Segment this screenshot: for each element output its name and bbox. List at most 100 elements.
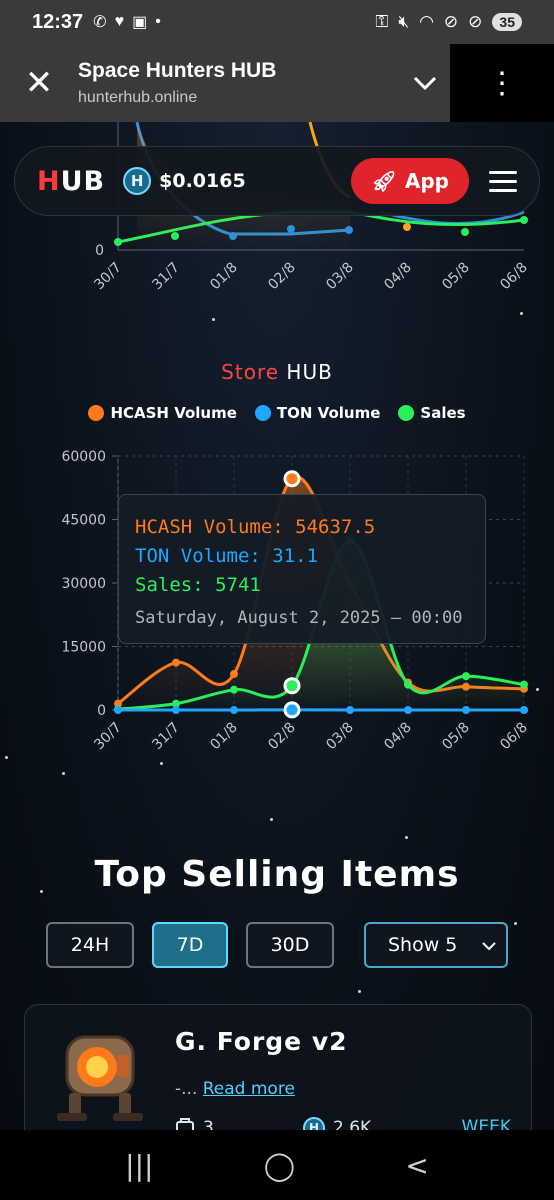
data-point[interactable] [172,706,180,714]
data-point[interactable] [230,706,238,714]
store-hub-title: Store HUB [221,360,333,384]
x-tick-label: 03/8 [323,720,357,754]
legend-dot [254,405,271,421]
x-tick-label: 02/8 [265,720,299,754]
chart-tooltip: HCASH Volume: 54637.5 TON Volume: 31.1 S… [118,494,486,644]
heart-icon: ♥ [114,13,125,30]
page-url: hunterhub.online [78,89,198,106]
data-point[interactable] [520,706,528,714]
no-signal-icon: ⊘ [468,12,483,31]
data-point[interactable] [404,706,412,714]
system-icons: ⚿ 🔇︎ ◠ ⊘ ⊘ 35 [375,12,522,32]
data-point[interactable] [283,470,301,488]
legend-label: HCASH Volume [110,404,237,422]
tab-titles: Space Hunters HUB hunterhub.online [78,59,400,107]
no-signal-icon: ⊘ [443,12,459,31]
gallery-icon: ▣ [132,14,148,31]
notification-icons: ✆ ♥ ▣ • [93,12,161,32]
browser-toolbar: ✕ Space Hunters HUB hunterhub.online ⋮ [0,44,554,122]
data-point[interactable] [462,672,470,681]
wifi-icon: ◠ [419,12,434,31]
data-point[interactable] [114,706,122,714]
app-button[interactable]: 🚀︎ App [351,158,469,204]
recent-apps-icon[interactable]: ||| [125,1149,153,1182]
app-button-label: App [404,169,449,193]
x-tick-label: 04/8 [381,720,415,754]
forge-item-image [57,1035,143,1121]
item-description: -... Read more [175,1079,295,1099]
data-point[interactable] [346,706,354,714]
legend-label: Sales [420,404,466,422]
hcash-coin-icon: H [303,1117,325,1130]
hamburger-menu-icon[interactable] [489,170,517,192]
x-tick-label: 31/7 [149,720,183,754]
read-more-link[interactable]: Read more [203,1079,295,1099]
x-tick-label: 04/8 [381,260,415,294]
status-time: 12:37 [32,10,84,33]
y-tick-label: 45000 [61,513,106,529]
x-tick-label: 05/8 [439,260,473,294]
item-period-label: WEEK [461,1117,511,1130]
top-selling-title: Top Selling Items [94,854,460,895]
data-point[interactable] [520,680,528,689]
data-point[interactable] [404,680,412,689]
filter-24h-button[interactable]: 24H [46,922,134,968]
box-icon [176,1118,194,1130]
filter-30d-button[interactable]: 30D [246,922,334,968]
period-filters: 24H 7D 30D [46,922,334,968]
x-tick-label: 06/8 [497,720,531,754]
y-tick-label: 15000 [61,640,106,656]
system-nav-bar: ||| ◯ < [0,1130,554,1200]
more-options-icon[interactable]: ⋮ [450,44,554,122]
legend-sales[interactable]: Sales [398,404,466,422]
x-tick-label: 02/8 [265,260,299,294]
tooltip-hcash: HCASH Volume: 54637.5 [135,516,376,538]
chevron-down-icon[interactable] [400,70,450,96]
legend-label: TON Volume [276,404,381,422]
y-tick-label: 0 [97,703,106,719]
data-point[interactable] [172,658,180,667]
status-bar: 12:37 ✆ ♥ ▣ • ⚿ 🔇︎ ◠ ⊘ ⊘ 35 [0,0,554,44]
rocket-icon: 🚀︎ [371,169,397,193]
item-volume: H 2.6K [303,1117,371,1130]
price-value: $0.0165 [159,170,246,192]
data-point[interactable] [230,670,238,679]
key-icon: ⚿ [375,12,389,31]
chart-legend: HCASH Volume TON Volume Sales [0,404,554,422]
show-count-select[interactable]: Show 5 [364,922,508,968]
data-point[interactable] [462,706,470,714]
tooltip-date: Saturday, August 2, 2025 – 00:00 [135,608,463,628]
tooltip-ton: TON Volume: 31.1 [135,545,319,567]
x-tick-label: 31/7 [149,260,183,294]
filter-7d-button[interactable]: 7D [152,922,228,968]
hub-logo[interactable]: HUB [37,166,105,197]
data-point[interactable] [283,677,301,695]
legend-ton-volume[interactable]: TON Volume [254,404,381,422]
y-tick-label: 60000 [61,449,106,465]
close-icon[interactable]: ✕ [0,63,78,103]
page-title: Space Hunters HUB [78,59,277,82]
x-tick-label: 01/8 [207,260,241,294]
x-tick-label: 06/8 [497,260,531,294]
legend-dot [88,405,105,421]
item-card[interactable]: G. Forge v2 -... Read more 3 H 2.6K WEEK [24,1004,532,1130]
hcash-coin-icon: H [123,167,152,195]
token-price: H $0.0165 [123,167,246,195]
mute-icon: 🔇︎ [398,12,410,31]
x-tick-label: 30/7 [91,720,125,754]
dot-icon: • [155,13,161,30]
home-icon[interactable]: ◯ [264,1149,295,1182]
x-tick-label: 01/8 [207,720,241,754]
data-point[interactable] [283,701,301,719]
legend-hcash-volume[interactable]: HCASH Volume [88,404,237,422]
tooltip-sales: Sales: 5741 [135,574,261,596]
y-tick-label: 0 [95,243,104,259]
y-tick-label: 30000 [61,576,106,592]
whatsapp-icon: ✆ [93,14,107,31]
x-tick-label: 30/7 [91,260,125,294]
x-tick-label: 03/8 [323,260,357,294]
select-value: Show 5 [388,934,458,956]
web-page: 0 30/7 31/7 01/8 02/8 03/8 04/8 05/8 06/8 HUB H… [0,122,554,1130]
data-point[interactable] [230,685,238,694]
back-icon[interactable]: < [405,1149,428,1182]
